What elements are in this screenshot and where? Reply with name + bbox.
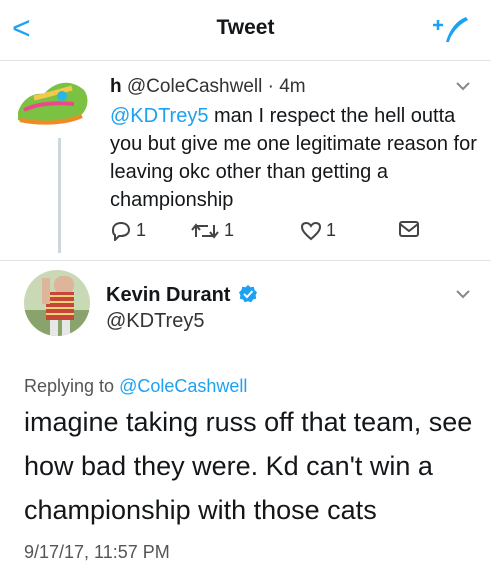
author-name[interactable]: Kevin Durant bbox=[106, 284, 230, 307]
retweet-button[interactable]: 1 bbox=[190, 220, 234, 241]
reply-button[interactable]: 1 bbox=[110, 220, 146, 241]
chevron-down-icon[interactable] bbox=[455, 80, 471, 92]
page-title: Tweet bbox=[216, 16, 275, 39]
parent-handle-time: @ColeCashwell · 4m bbox=[126, 76, 306, 97]
like-count: 1 bbox=[326, 220, 337, 240]
chevron-down-icon[interactable] bbox=[455, 288, 471, 300]
author-handle[interactable]: @KDTrey5 bbox=[106, 310, 204, 333]
parent-tweet-text: @KDTrey5 man I respect the hell outta yo… bbox=[110, 102, 480, 214]
heart-icon bbox=[300, 221, 322, 240]
direct-message-button[interactable] bbox=[398, 220, 420, 238]
parent-tweet-header: h @ColeCashwell · 4m bbox=[110, 76, 306, 98]
thread-line bbox=[58, 138, 61, 253]
parent-tweet-actions: 1 1 1 bbox=[110, 220, 430, 248]
sneaker-avatar[interactable] bbox=[14, 74, 92, 130]
tweet-timestamp: 9/17/17, 11:57 PM bbox=[24, 542, 170, 562]
parent-mention-link[interactable]: @KDTrey5 bbox=[110, 105, 208, 127]
envelope-icon bbox=[399, 221, 419, 237]
retweet-count: 1 bbox=[224, 220, 235, 240]
user-avatar[interactable] bbox=[24, 270, 90, 336]
like-button[interactable]: 1 bbox=[300, 220, 336, 241]
replying-to-handle[interactable]: @ColeCashwell bbox=[119, 376, 247, 396]
verified-badge-icon bbox=[239, 285, 257, 303]
compose-tweet-icon[interactable] bbox=[432, 14, 470, 46]
retweet-icon bbox=[191, 222, 219, 239]
divider bbox=[0, 260, 491, 261]
tweet-text: imagine taking russ off that team, see h… bbox=[24, 407, 473, 525]
parent-author-name[interactable]: h bbox=[110, 76, 122, 97]
replying-to-line: Replying to @ColeCashwell bbox=[24, 376, 247, 397]
reply-count: 1 bbox=[136, 220, 147, 240]
reply-icon bbox=[111, 221, 131, 241]
replying-to-label: Replying to bbox=[24, 376, 120, 396]
